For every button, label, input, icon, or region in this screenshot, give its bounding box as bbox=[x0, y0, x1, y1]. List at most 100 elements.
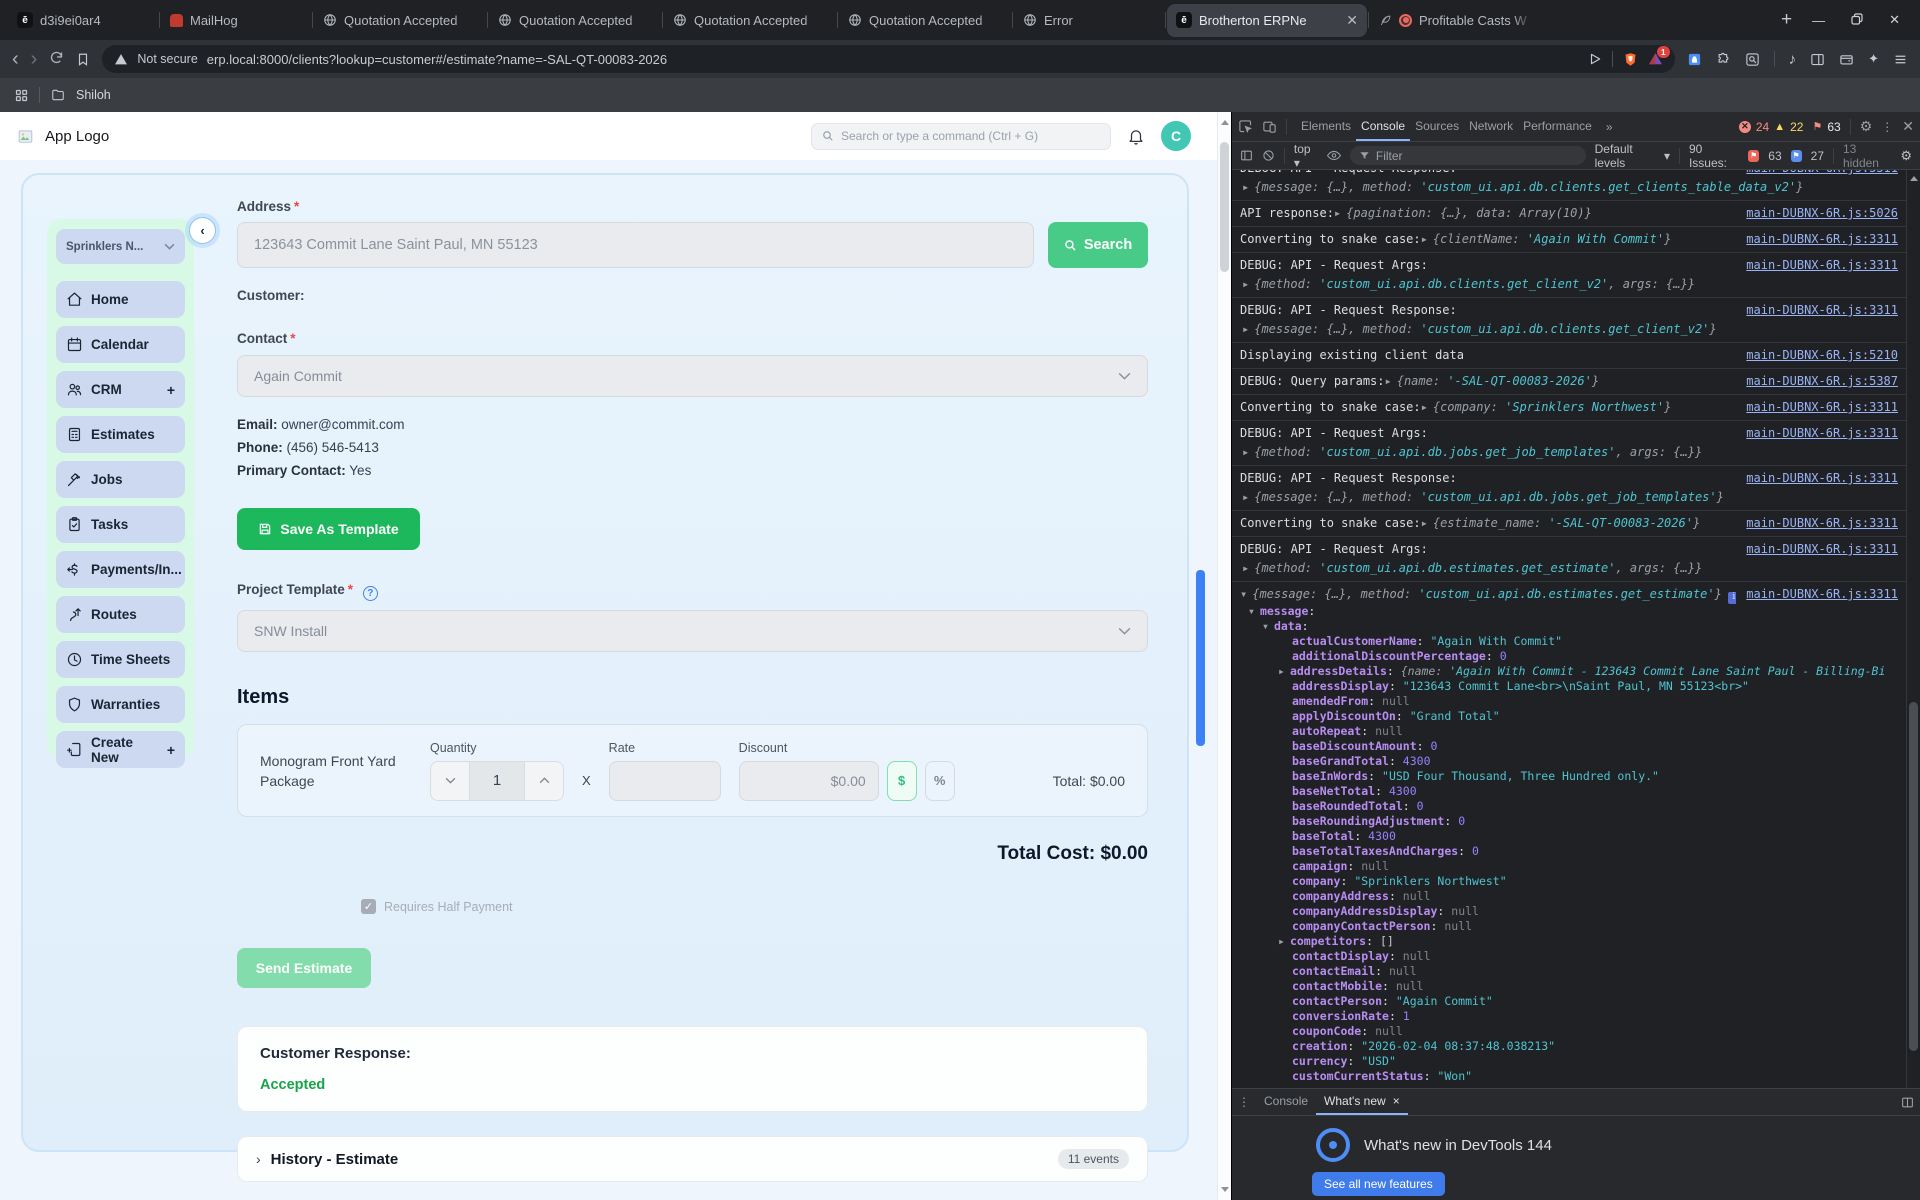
expander-closed-icon[interactable]: ▸ bbox=[1421, 398, 1428, 417]
warning-count-icon[interactable]: ▲ bbox=[1774, 121, 1785, 133]
expander-closed-icon[interactable]: ▸ bbox=[1242, 275, 1249, 294]
log-levels-select[interactable]: Default levels ▾ bbox=[1595, 142, 1670, 170]
info-icon[interactable]: i bbox=[1727, 591, 1737, 604]
browser-tab-active[interactable]: ē Brotherton ERPNe ✕ bbox=[1167, 3, 1367, 37]
tree-node[interactable]: baseGrandTotal: 4300 bbox=[1240, 754, 1898, 769]
see-all-features-button[interactable]: See all new features bbox=[1312, 1172, 1445, 1196]
more-tabs-icon[interactable]: » bbox=[1606, 120, 1613, 134]
expander-closed-icon[interactable]: ▸ bbox=[1421, 230, 1428, 249]
save-as-template-button[interactable]: Save As Template bbox=[237, 508, 420, 550]
issues-blue-count[interactable]: 27 bbox=[1811, 149, 1824, 163]
tree-node[interactable]: companyAddressDisplay: null bbox=[1240, 904, 1898, 919]
sidebar-item-jobs[interactable]: Jobs bbox=[56, 461, 185, 498]
expander-open-icon[interactable]: ▾ bbox=[1240, 585, 1247, 604]
devtools-tab-elements[interactable]: Elements bbox=[1296, 112, 1356, 141]
tree-node[interactable]: baseDiscountAmount: 0 bbox=[1240, 739, 1898, 754]
expander-closed-icon[interactable]: ▸ bbox=[1278, 934, 1285, 949]
source-link[interactable]: main-DUBNX-6R.js:3311 bbox=[1746, 170, 1898, 178]
warning-count[interactable]: 22 bbox=[1790, 120, 1803, 134]
new-tab-button[interactable]: + bbox=[1767, 9, 1806, 31]
tree-node[interactable]: actualCustomerName: "Again With Commit" bbox=[1240, 634, 1898, 649]
console-filter[interactable]: Filter bbox=[1349, 146, 1586, 165]
console-scrollbar[interactable] bbox=[1906, 170, 1920, 1088]
sidebar-item-tasks[interactable]: Tasks bbox=[56, 506, 185, 543]
source-link[interactable]: main-DUBNX-6R.js:3311 bbox=[1746, 424, 1898, 443]
tree-node[interactable]: campaign: null bbox=[1240, 859, 1898, 874]
expander-open-icon[interactable]: ▾ bbox=[1262, 619, 1269, 634]
source-link[interactable]: main-DUBNX-6R.js:3311 bbox=[1746, 398, 1898, 417]
console-log-row[interactable]: Converting to snake case: ▸ {clientName: … bbox=[1232, 227, 1906, 253]
quantity-value[interactable]: 1 bbox=[470, 760, 524, 801]
tree-node[interactable]: contactDisplay: null bbox=[1240, 949, 1898, 964]
discount-percent-toggle[interactable]: % bbox=[924, 760, 955, 801]
drawer-menu-icon[interactable]: ⋮ bbox=[1238, 1095, 1250, 1109]
window-restore-icon[interactable] bbox=[1851, 12, 1863, 28]
console-sidebar-icon[interactable] bbox=[1240, 149, 1253, 162]
password-manager-icon[interactable] bbox=[1687, 52, 1702, 67]
share-icon[interactable] bbox=[1588, 52, 1602, 66]
console-log-row[interactable]: DEBUG: API - Request Response: main-DUBNX… bbox=[1232, 170, 1906, 201]
tree-node[interactable]: baseTotal: 4300 bbox=[1240, 829, 1898, 844]
tree-node[interactable]: customCurrentStatus: "Won" bbox=[1240, 1069, 1898, 1084]
tree-node[interactable]: ▸ competitors: [] bbox=[1240, 934, 1898, 949]
error-count-icon[interactable]: ✕ bbox=[1738, 120, 1751, 133]
tree-node[interactable]: additionalDiscountPercentage: 0 bbox=[1240, 649, 1898, 664]
console-log-row[interactable]: API response: ▸ {pagination: {…}, data: A… bbox=[1232, 201, 1906, 227]
search-tabs-icon[interactable] bbox=[1745, 52, 1760, 67]
browser-tab[interactable]: MailHog bbox=[161, 4, 311, 37]
devtools-tab-network[interactable]: Network bbox=[1464, 112, 1518, 141]
object-preview-line[interactable]: ▸ {method: 'custom_ui.api.db.clients.get_… bbox=[1240, 275, 1898, 294]
send-estimate-button[interactable]: Send Estimate bbox=[237, 948, 371, 988]
tree-node[interactable]: baseNetTotal: 4300 bbox=[1240, 784, 1898, 799]
sidebar-collapse-button[interactable]: ‹ bbox=[189, 217, 216, 244]
expander-closed-icon[interactable]: ▸ bbox=[1242, 178, 1249, 197]
expander-open-icon[interactable]: ▾ bbox=[1248, 604, 1255, 619]
devtools-settings-icon[interactable]: ⚙ bbox=[1860, 118, 1873, 135]
drawer-tab-what-s-new[interactable]: What's new × bbox=[1316, 1089, 1408, 1115]
split-view-icon[interactable] bbox=[1901, 1096, 1914, 1109]
tree-node[interactable]: baseRoundingAdjustment: 0 bbox=[1240, 814, 1898, 829]
expander-closed-icon[interactable]: ▸ bbox=[1242, 488, 1249, 507]
contact-select[interactable]: Again Commit bbox=[237, 355, 1148, 397]
console-log-row[interactable]: Converting to snake case: ▸ {company: 'Sp… bbox=[1232, 395, 1906, 421]
source-link[interactable]: main-DUBNX-6R.js:3311 bbox=[1746, 301, 1898, 320]
device-toolbar-icon[interactable] bbox=[1262, 119, 1277, 134]
quantity-increase-button[interactable] bbox=[524, 760, 564, 801]
sidebar-item-calendar[interactable]: Calendar bbox=[56, 326, 185, 363]
tree-node[interactable]: companyAddress: null bbox=[1240, 889, 1898, 904]
tree-node[interactable]: addressDisplay: "123643 Commit Lane<br>\… bbox=[1240, 679, 1898, 694]
object-preview-line[interactable]: ▸ {message: {…}, method: 'custom_ui.api.d… bbox=[1240, 488, 1898, 507]
address-bar[interactable]: Not secure erp.local:8000/clients?lookup… bbox=[102, 45, 1675, 73]
browser-tab[interactable]: Profitable Casts W bbox=[1370, 4, 1542, 37]
sidebar-item-payments-in[interactable]: Payments/In... bbox=[56, 551, 185, 588]
console-log-row[interactable]: DEBUG: API - Request Response: main-DUBNX… bbox=[1232, 466, 1906, 511]
window-close-icon[interactable]: ✕ bbox=[1889, 12, 1900, 28]
object-preview-line[interactable]: ▸ {method: 'custom_ui.api.db.jobs.get_job… bbox=[1240, 443, 1898, 462]
apps-grid-icon[interactable] bbox=[14, 88, 29, 103]
console-scrollbar-thumb[interactable] bbox=[1909, 702, 1918, 1052]
tree-node[interactable]: baseInWords: "USD Four Thousand, Three H… bbox=[1240, 769, 1898, 784]
console-log-row[interactable]: ▾ {message: {…}, method: 'custom_ui.api.d… bbox=[1232, 582, 1906, 1087]
expander-closed-icon[interactable]: ▸ bbox=[1242, 559, 1249, 578]
leo-ai-icon[interactable]: ✦ bbox=[1868, 51, 1879, 67]
browser-tab[interactable]: ē d3i9ei0ar4 bbox=[8, 4, 158, 37]
tree-node[interactable]: ▾ data: bbox=[1240, 619, 1898, 634]
tree-node[interactable]: amendedFrom: null bbox=[1240, 694, 1898, 709]
console-log-row[interactable]: DEBUG: API - Request Response: main-DUBNX… bbox=[1232, 298, 1906, 343]
expander-closed-icon[interactable]: ▸ bbox=[1278, 664, 1285, 679]
browser-tab[interactable]: Quotation Accepted bbox=[314, 4, 486, 37]
devtools-menu-icon[interactable]: ⋮ bbox=[1881, 120, 1893, 134]
browser-tab[interactable]: Quotation Accepted bbox=[839, 4, 1011, 37]
plus-icon[interactable]: + bbox=[167, 382, 175, 398]
expander-closed-icon[interactable]: ▸ bbox=[1385, 372, 1392, 391]
quantity-stepper[interactable]: 1 bbox=[430, 760, 564, 801]
tree-node[interactable]: contactMobile: null bbox=[1240, 979, 1898, 994]
brave-shield-icon[interactable] bbox=[1623, 51, 1638, 68]
console-log-row[interactable]: DEBUG: Query params: ▸ {name: '-SAL-QT-00… bbox=[1232, 369, 1906, 395]
tree-node[interactable]: baseRoundedTotal: 0 bbox=[1240, 799, 1898, 814]
adblock-icon[interactable]: 1 bbox=[1648, 46, 1670, 66]
console-log-row[interactable]: DEBUG: API - Request Args: main-DUBNX-6R.… bbox=[1232, 253, 1906, 298]
search-button[interactable]: Search bbox=[1048, 222, 1148, 268]
tree-node[interactable]: currency: "USD" bbox=[1240, 1054, 1898, 1069]
console-log-row[interactable]: DEBUG: API - Request Args: main-DUBNX-6R.… bbox=[1232, 421, 1906, 466]
